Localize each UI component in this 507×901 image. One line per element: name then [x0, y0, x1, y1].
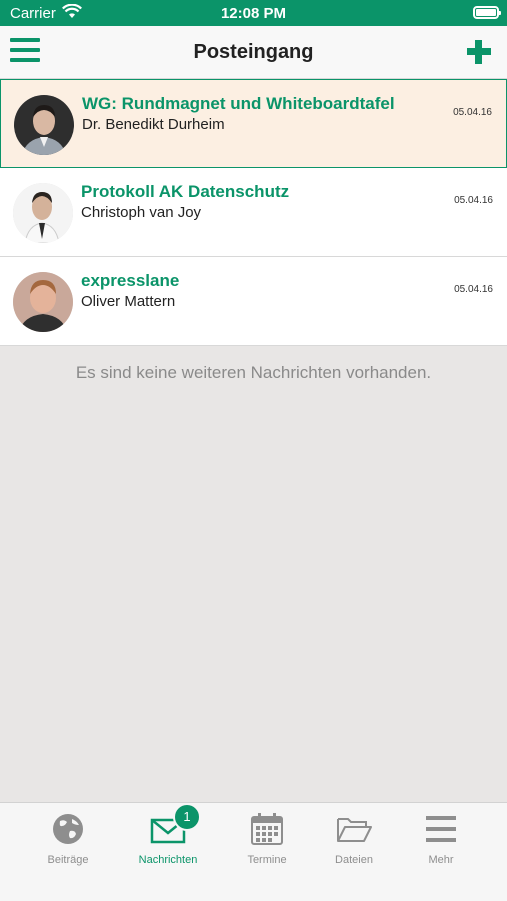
tab-beitraege[interactable]: Beiträge	[23, 803, 113, 873]
status-bar: Carrier 12:08 PM	[0, 0, 507, 26]
page-title: Posteingang	[193, 41, 314, 63]
folder-icon	[337, 818, 372, 842]
message-list: WG: Rundmagnet und Whiteboardtafel Dr. B…	[0, 79, 507, 346]
tab-label: Nachrichten	[138, 854, 198, 866]
message-row[interactable]: expresslane Oliver Mattern 05.04.16	[0, 257, 507, 346]
calendar-icon	[251, 813, 283, 845]
menu-line	[10, 58, 40, 62]
message-date: 05.04.16	[453, 107, 492, 118]
menu-icon	[426, 816, 456, 842]
message-row[interactable]: WG: Rundmagnet und Whiteboardtafel Dr. B…	[0, 79, 507, 168]
tab-bar: Beiträge 1 Nachrichten Termine Dateien M…	[0, 802, 507, 901]
add-message-button[interactable]	[465, 38, 493, 66]
message-date: 05.04.16	[454, 284, 493, 295]
tab-nachrichten[interactable]: 1 Nachrichten	[123, 803, 213, 873]
nav-bar: Posteingang	[0, 26, 507, 79]
message-subject: Protokoll AK Datenschutz	[81, 182, 290, 201]
tab-dateien[interactable]: Dateien	[309, 803, 399, 873]
avatar	[13, 183, 73, 243]
tab-label: Beiträge	[47, 854, 89, 866]
message-date: 05.04.16	[454, 195, 493, 206]
globe-icon	[53, 814, 83, 844]
message-sender: Oliver Mattern	[81, 293, 176, 310]
message-sender: Dr. Benedikt Durheim	[82, 116, 225, 133]
unread-badge: 1	[173, 803, 201, 831]
avatar	[14, 95, 74, 155]
tab-label: Dateien	[335, 854, 373, 866]
menu-line	[10, 38, 40, 42]
avatar	[13, 272, 73, 332]
battery-icon	[473, 6, 501, 19]
tab-label: Mehr	[428, 854, 454, 866]
status-time: 12:08 PM	[220, 5, 287, 22]
menu-line	[10, 48, 40, 52]
hamburger-menu-button[interactable]	[10, 38, 40, 66]
tab-termine[interactable]: Termine	[222, 803, 312, 873]
message-sender: Christoph van Joy	[81, 204, 202, 221]
message-subject: expresslane	[81, 271, 180, 290]
tab-label: Termine	[247, 854, 287, 866]
empty-list-note: Es sind keine weiteren Nachrichten vorha…	[75, 363, 432, 382]
message-subject: WG: Rundmagnet und Whiteboardtafel	[82, 94, 395, 113]
tab-mehr[interactable]: Mehr	[396, 803, 486, 873]
message-row[interactable]: Protokoll AK Datenschutz Christoph van J…	[0, 168, 507, 257]
